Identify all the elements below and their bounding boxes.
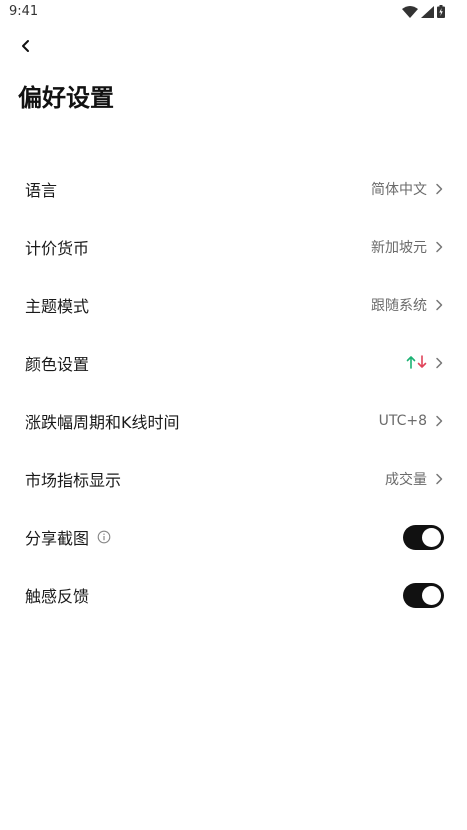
chevron-right-icon	[435, 183, 443, 195]
currency-value: 新加坡元	[371, 240, 427, 256]
toggle-knob	[422, 527, 441, 547]
settings-row-color[interactable]: 颜色设置	[0, 334, 467, 392]
row-label: 语言	[25, 181, 58, 200]
row-right: 成交量	[385, 469, 443, 489]
row-label: 触感反馈	[25, 587, 90, 606]
status-icons	[402, 5, 445, 18]
status-bar: 9:41	[0, 0, 467, 24]
label-wrap: 分享截图	[25, 525, 111, 549]
chevron-right-icon	[435, 241, 443, 253]
theme-value: 跟随系统	[371, 298, 427, 314]
arrow-up-icon	[406, 354, 416, 373]
row-label: 市场指标显示	[25, 471, 122, 490]
row-label: 计价货币	[25, 239, 90, 258]
info-icon[interactable]	[97, 530, 111, 544]
settings-row-haptic: 触感反馈	[0, 566, 467, 624]
chevron-left-icon	[20, 38, 32, 58]
row-right	[406, 354, 443, 373]
back-button[interactable]	[14, 36, 38, 60]
timezone-value: UTC+8	[378, 413, 427, 429]
settings-row-theme[interactable]: 主题模式 跟随系统	[0, 276, 467, 334]
row-label: 分享截图	[25, 529, 90, 548]
status-time: 9:41	[9, 4, 39, 19]
chevron-right-icon	[435, 473, 443, 485]
arrow-down-icon	[417, 354, 427, 373]
settings-row-timezone[interactable]: 涨跌幅周期和K线时间 UTC+8	[0, 392, 467, 450]
haptic-toggle[interactable]	[403, 582, 444, 608]
toggle-knob	[422, 585, 441, 605]
row-right: UTC+8	[379, 413, 443, 429]
chevron-right-icon	[435, 357, 443, 369]
settings-row-market-indicator[interactable]: 市场指标显示 成交量	[0, 450, 467, 508]
row-label: 颜色设置	[25, 355, 90, 374]
language-value: 简体中文	[371, 182, 427, 198]
row-right: 跟随系统	[371, 295, 443, 315]
row-right: 新加坡元	[371, 237, 443, 257]
page-title: 偏好设置	[18, 84, 114, 112]
signal-icon	[421, 5, 434, 18]
color-arrows	[406, 354, 427, 373]
share-screenshot-toggle[interactable]	[403, 524, 444, 550]
battery-icon	[437, 5, 445, 18]
settings-row-share-screenshot: 分享截图	[0, 508, 467, 566]
row-label: 涨跌幅周期和K线时间	[25, 413, 180, 432]
row-right: 简体中文	[371, 179, 443, 199]
row-label: 主题模式	[25, 297, 90, 316]
settings-row-currency[interactable]: 计价货币 新加坡元	[0, 218, 467, 276]
chevron-right-icon	[435, 415, 443, 427]
wifi-icon	[402, 5, 418, 18]
settings-list: 语言 简体中文 计价货币 新加坡元 主题模式 跟随系统 颜色设置 涨跌幅周期和K…	[0, 160, 467, 624]
settings-row-language[interactable]: 语言 简体中文	[0, 160, 467, 218]
market-indicator-value: 成交量	[385, 472, 427, 488]
chevron-right-icon	[435, 299, 443, 311]
